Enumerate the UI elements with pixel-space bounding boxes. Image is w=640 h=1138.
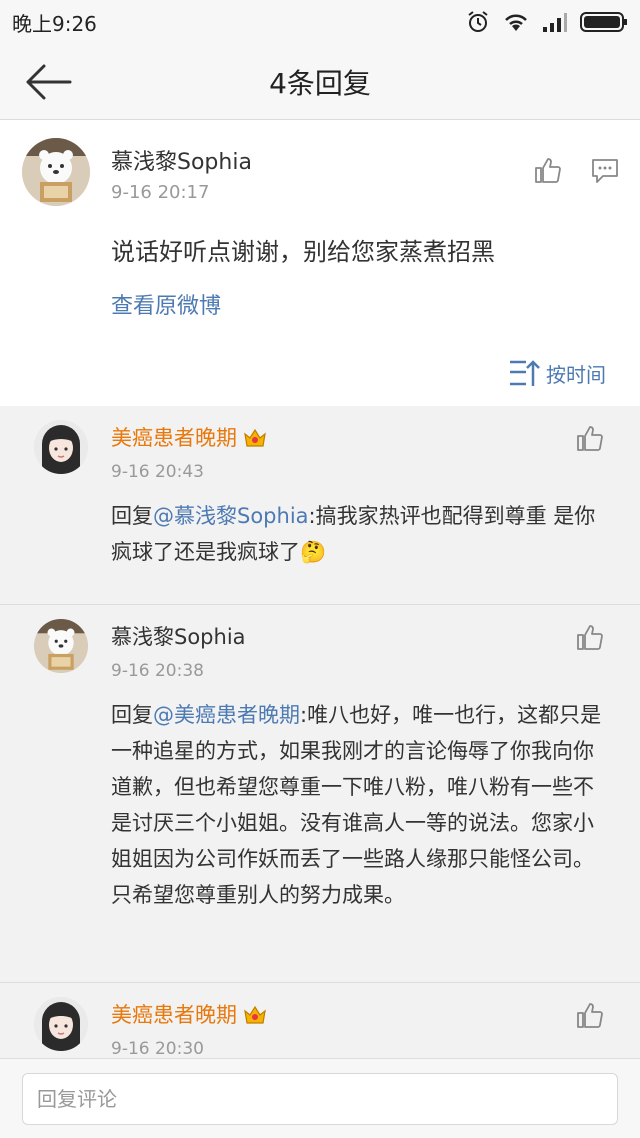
sort-label: 按时间 xyxy=(546,362,606,387)
reply-list: 美癌患者晚期 9-16 20:43 回复@慕浅黎Sophia:搞我家热评也配得到… xyxy=(0,406,640,1093)
thumbs-up-icon xyxy=(535,158,561,183)
reply-item: 慕浅黎Sophia 9-16 20:38 回复@美癌患者晚期:唯八也好，唯一也行… xyxy=(0,605,640,983)
status-icons xyxy=(466,10,628,34)
reply-item: 美癌患者晚期 9-16 20:43 回复@慕浅黎Sophia:搞我家热评也配得到… xyxy=(0,406,640,605)
crown-icon xyxy=(244,428,266,447)
root-comment: 慕浅黎Sophia 9-16 20:17 说话好听点谢谢，别给您家蒸煮招黑 查看… xyxy=(0,120,640,406)
timestamp: 9-16 20:17 xyxy=(111,182,210,203)
username[interactable]: 美癌患者晚期 xyxy=(111,422,267,452)
avatar[interactable] xyxy=(22,138,90,206)
mention-link[interactable]: @美癌患者晚期 xyxy=(153,703,300,727)
reply-text: 回复@美癌患者晚期:唯八也好，唯一也行，这都只是一种追星的方式，如果我刚才的言论… xyxy=(111,703,602,907)
username[interactable]: 慕浅黎Sophia xyxy=(111,144,252,176)
like-button[interactable] xyxy=(576,1001,604,1033)
like-button[interactable] xyxy=(576,424,604,456)
page-title: 4条回复 xyxy=(269,66,371,100)
bear-avatar-image xyxy=(34,619,88,673)
reply-bar xyxy=(0,1058,640,1138)
girl-avatar-image xyxy=(34,420,88,474)
avatar[interactable] xyxy=(34,619,88,673)
nav-bar: 4条回复 xyxy=(0,44,640,120)
signal-icon xyxy=(543,13,567,32)
username[interactable]: 美癌患者晚期 xyxy=(111,999,267,1029)
avatar[interactable] xyxy=(34,420,88,474)
thumbs-up-icon xyxy=(577,1003,603,1028)
like-button[interactable] xyxy=(534,156,562,188)
back-arrow-icon xyxy=(26,64,72,100)
thinking-emoji: 🤔 xyxy=(300,540,327,564)
alarm-icon xyxy=(468,11,488,32)
bear-avatar-image xyxy=(22,138,90,206)
back-button[interactable] xyxy=(22,62,74,102)
username[interactable]: 慕浅黎Sophia xyxy=(111,621,246,651)
thumbs-up-icon xyxy=(577,625,603,650)
battery-icon xyxy=(580,12,627,32)
timestamp: 9-16 20:43 xyxy=(111,462,204,482)
crown-icon xyxy=(244,1005,266,1024)
timestamp: 9-16 20:38 xyxy=(111,661,204,681)
sort-icon xyxy=(510,360,540,386)
mention-link[interactable]: @慕浅黎Sophia xyxy=(153,504,309,528)
thumbs-up-icon xyxy=(577,426,603,451)
status-bar: 晚上9:26 xyxy=(0,0,640,44)
reply-input[interactable] xyxy=(22,1073,618,1125)
reply-text: 回复@慕浅黎Sophia:搞我家热评也配得到尊重 是你疯球了还是我疯球了🤔 xyxy=(111,504,596,564)
comment-button[interactable] xyxy=(591,158,619,188)
girl-avatar-image xyxy=(34,997,88,1051)
sort-by-time-button[interactable]: 按时间 xyxy=(508,358,606,388)
avatar[interactable] xyxy=(34,997,88,1051)
comment-icon xyxy=(592,159,618,183)
status-time: 晚上9:26 xyxy=(12,11,97,36)
comment-text: 说话好听点谢谢，别给您家蒸煮招黑 xyxy=(111,238,495,266)
wifi-icon xyxy=(505,14,527,31)
timestamp: 9-16 20:30 xyxy=(111,1039,204,1059)
like-button[interactable] xyxy=(576,623,604,655)
view-original-link[interactable]: 查看原微博 xyxy=(111,288,221,320)
